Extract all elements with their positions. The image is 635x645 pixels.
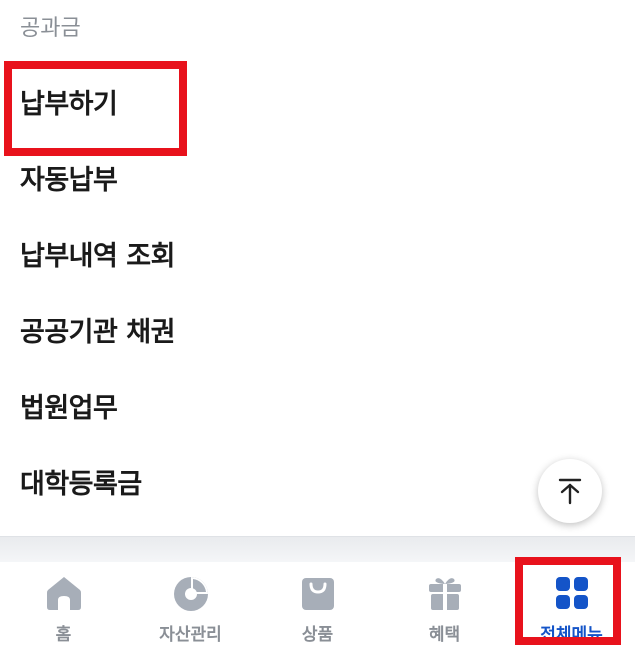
menu-item-court-services[interactable]: 법원업무: [0, 367, 635, 443]
content-divider: [0, 536, 635, 563]
scroll-top-button[interactable]: [538, 459, 602, 523]
menu-item-payment-history[interactable]: 납부내역 조회: [0, 215, 635, 291]
tab-all-menu-label: 전체메뉴: [540, 625, 603, 645]
tab-asset-management[interactable]: 자산관리: [127, 562, 254, 645]
tab-all-menu[interactable]: 전체메뉴: [508, 562, 635, 645]
tab-home[interactable]: 홈: [0, 562, 127, 645]
menu-list: 납부하기 자동납부 납부내역 조회 공공기관 채권 법원업무 대학등록금: [0, 63, 635, 519]
tab-benefits-label: 혜택: [428, 625, 461, 645]
tab-home-label: 홈: [55, 625, 72, 645]
tab-products-label: 상품: [301, 625, 334, 645]
menu-item-auto-pay[interactable]: 자동납부: [0, 139, 635, 215]
shopping-bag-icon: [298, 574, 338, 612]
grid-menu-icon: [552, 574, 592, 612]
menu-item-pay[interactable]: 납부하기: [0, 63, 635, 139]
tab-products[interactable]: 상품: [254, 562, 381, 645]
pie-chart-icon: [171, 574, 211, 612]
gift-icon: [425, 574, 465, 612]
tab-asset-management-label: 자산관리: [159, 625, 222, 645]
home-icon: [44, 574, 84, 612]
arrow-up-to-top-icon: [558, 478, 582, 505]
menu-item-public-bonds[interactable]: 공공기관 채권: [0, 291, 635, 367]
tab-benefits[interactable]: 혜택: [381, 562, 508, 645]
bottom-tab-bar: 홈 자산관리 상품 혜택 전체메뉴: [0, 562, 635, 645]
section-title: 공과금: [20, 16, 81, 41]
